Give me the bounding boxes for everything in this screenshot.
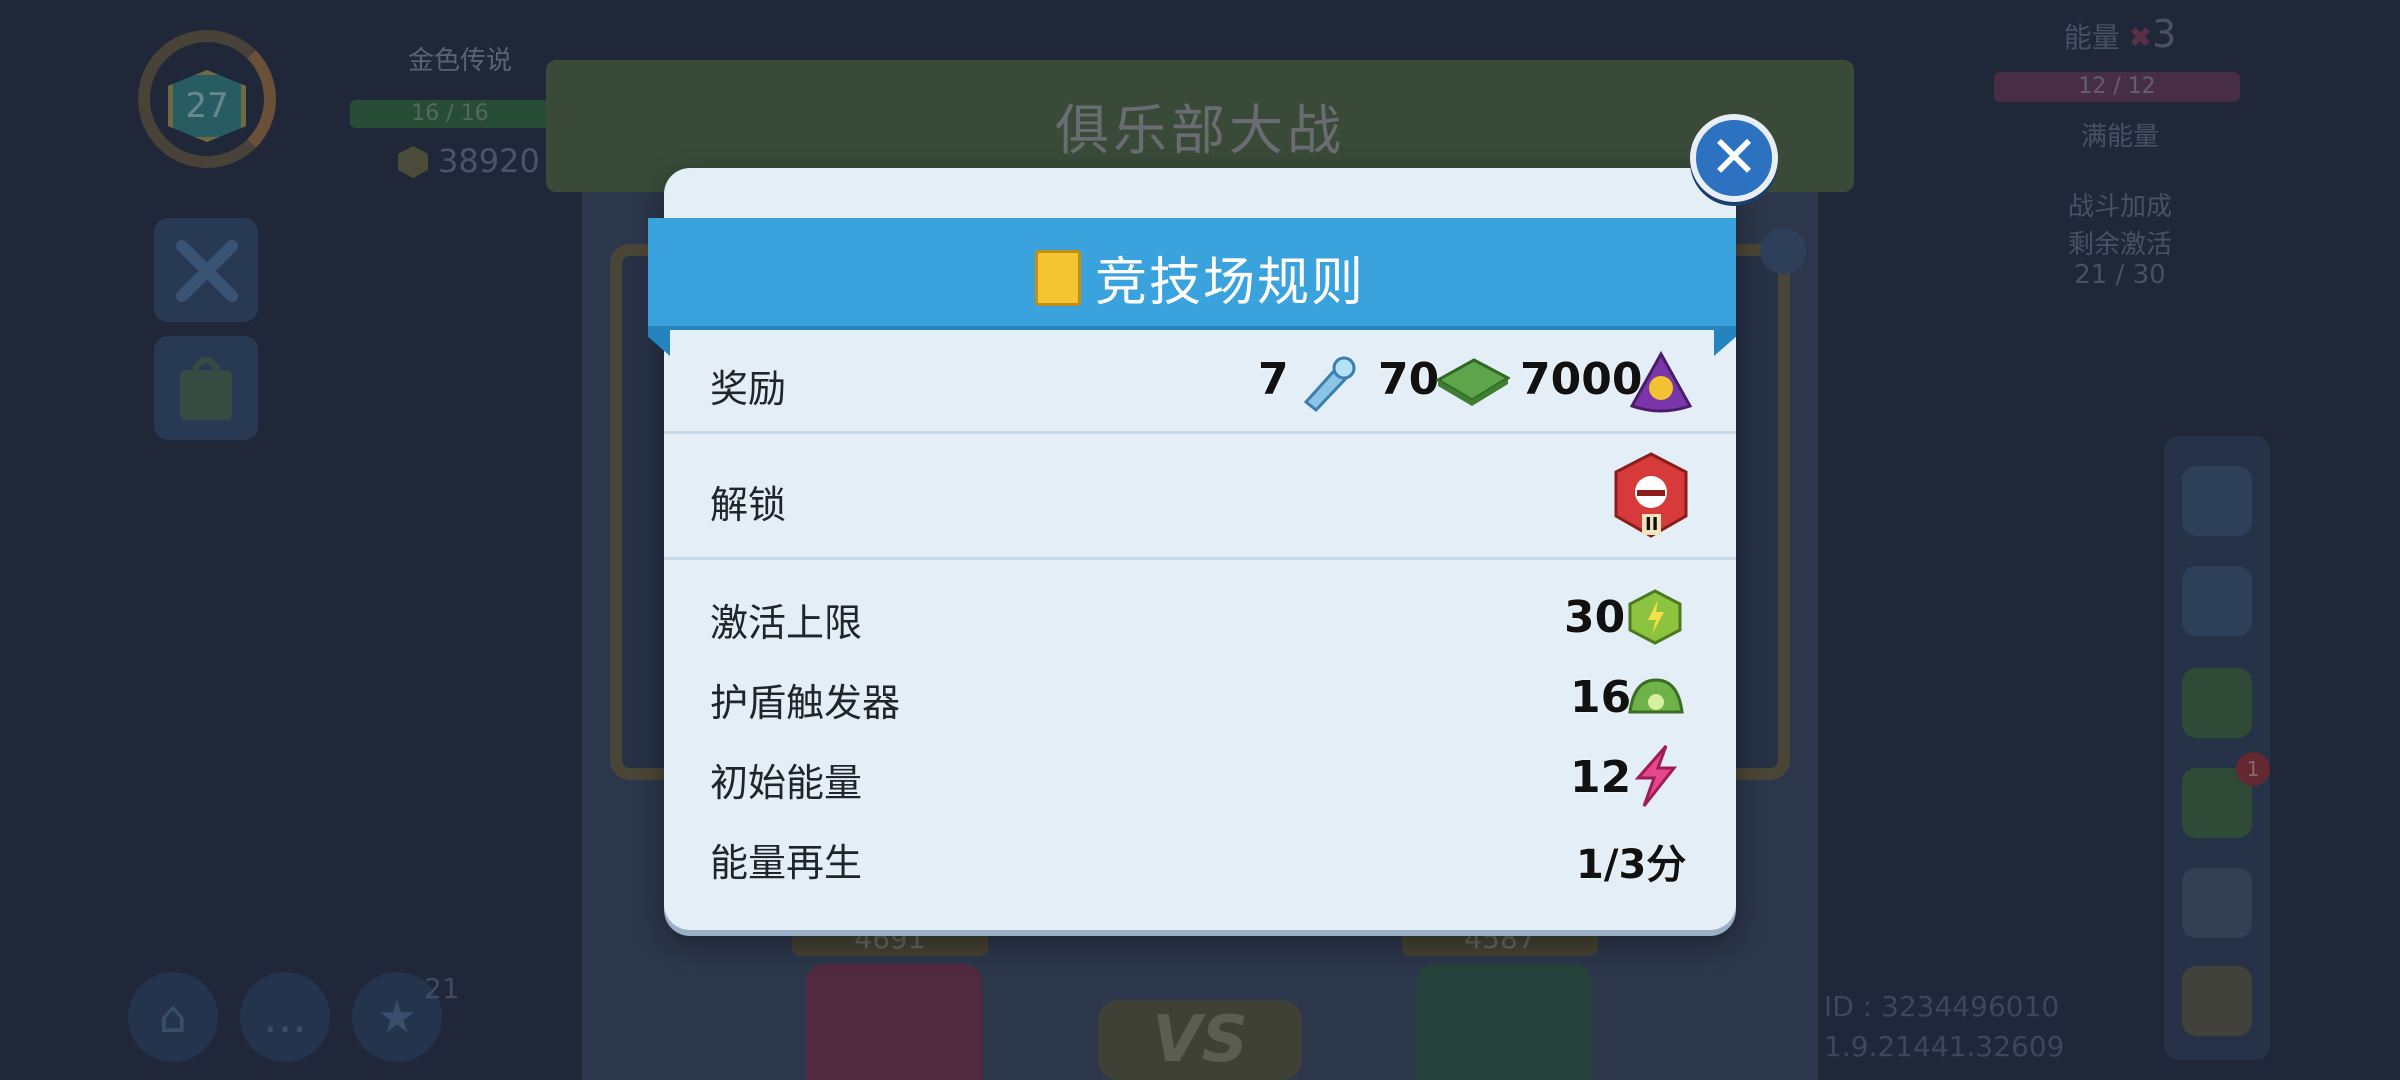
sidebar-notification-badge: 1 (2236, 752, 2270, 786)
shop-button[interactable] (154, 336, 258, 440)
home-icon: ⌂ (159, 991, 187, 1043)
dialog-title: 竞技场规则 (664, 240, 1736, 315)
energy-bar: 12 / 12 (1994, 72, 2240, 102)
close-button[interactable]: ✕ (1690, 114, 1778, 202)
remaining-activation-label: 剩余激活 (2067, 230, 2172, 260)
star-icon: ★ (377, 991, 417, 1043)
energy-multiplier: 3 (2152, 12, 2177, 56)
reward-gold-count: 7000 (1520, 354, 1643, 405)
cash-stack-icon (1434, 358, 1510, 406)
energy-label-row: 能量 ✖3 (2010, 12, 2230, 56)
stat-value: 30 (1564, 592, 1626, 643)
player-id: ID : 3234496010 (1824, 990, 2060, 1023)
game-screen: { "hud": { "level": "27", "rank_name": "… (0, 0, 2400, 1080)
rewards-label: 奖励 (710, 367, 787, 411)
league-badge-rank: II (1642, 514, 1662, 535)
tools-button[interactable] (154, 218, 258, 322)
right-club-emblem (1416, 964, 1592, 1080)
stat-label: 激活上限 (710, 601, 863, 645)
blueprint-token-icon (1303, 356, 1356, 413)
shopping-bag-icon (180, 357, 232, 420)
energy-bolt-icon (1634, 745, 1678, 807)
coin-icon (398, 146, 428, 178)
lightning-hex-icon (1628, 589, 1682, 645)
stat-row-initial-energy: 初始能量 12 (664, 742, 1736, 822)
rank-name: 金色传说 (408, 46, 513, 76)
sidebar-trophy-button[interactable] (2182, 868, 2252, 938)
reward-cash-count: 70 (1378, 354, 1440, 405)
chat-icon: … (263, 991, 307, 1043)
sidebar-help-button[interactable] (2182, 966, 2252, 1036)
stat-row-energy-regen: 能量再生 1/3分 (664, 822, 1736, 902)
chat-button[interactable]: … (240, 972, 330, 1062)
coin-count: 38920 (438, 142, 540, 180)
activation-count: 21 / 30 (2074, 260, 2166, 290)
gold-bag-icon (1629, 350, 1693, 413)
stat-value: 1/3分 (1576, 842, 1687, 888)
unlock-label: 解锁 (710, 483, 787, 527)
stat-value: 12 (1570, 752, 1632, 803)
reward-token-count: 7 (1258, 354, 1289, 405)
energy-status: 满能量 (2080, 122, 2159, 152)
stat-label: 初始能量 (710, 761, 863, 805)
castle-tower-icon (1034, 250, 1081, 306)
sidebar-boost-button[interactable] (2182, 668, 2252, 738)
energy-label: 能量 (2063, 21, 2120, 54)
dialog-title-text: 竞技场规则 (1094, 253, 1365, 313)
multiplier-x-icon: ✖ (2128, 21, 2153, 54)
sidebar-scope-button[interactable] (2182, 566, 2252, 636)
version-text: 1.9.21441.32609 (1824, 1030, 2065, 1063)
rewards-row: 奖励 7 70 7000 (664, 330, 1736, 434)
wrench-icon (176, 240, 238, 302)
close-icon: ✕ (1709, 123, 1759, 191)
club-war-title: 俱乐部大战 (1055, 99, 1345, 162)
home-button[interactable]: ⌂ (128, 972, 218, 1062)
stats-list: 激活上限 30 护盾触发器 16 初始能量 12 能量再生 1/3分 (664, 560, 1736, 930)
stat-row-shield-trigger: 护盾触发器 16 (664, 662, 1736, 742)
info-button[interactable] (1760, 228, 1806, 274)
shield-trigger-icon (1628, 678, 1684, 714)
stat-value: 16 (1570, 672, 1632, 723)
unlock-row: 解锁 II (664, 434, 1736, 560)
level-number: 27 (185, 86, 229, 126)
left-club-emblem (806, 964, 982, 1080)
stat-label: 能量再生 (710, 841, 863, 885)
xp-bar: 16 / 16 (350, 100, 550, 128)
battle-bonus-label: 战斗加成 (2067, 192, 2172, 222)
stat-row-activation-limit: 激活上限 30 (664, 582, 1736, 662)
stat-label: 护盾触发器 (710, 681, 901, 725)
versus-emblem: VS (1098, 1000, 1302, 1080)
favorites-count: 21 (424, 972, 460, 1005)
sidebar-club-button[interactable] (2182, 466, 2252, 536)
